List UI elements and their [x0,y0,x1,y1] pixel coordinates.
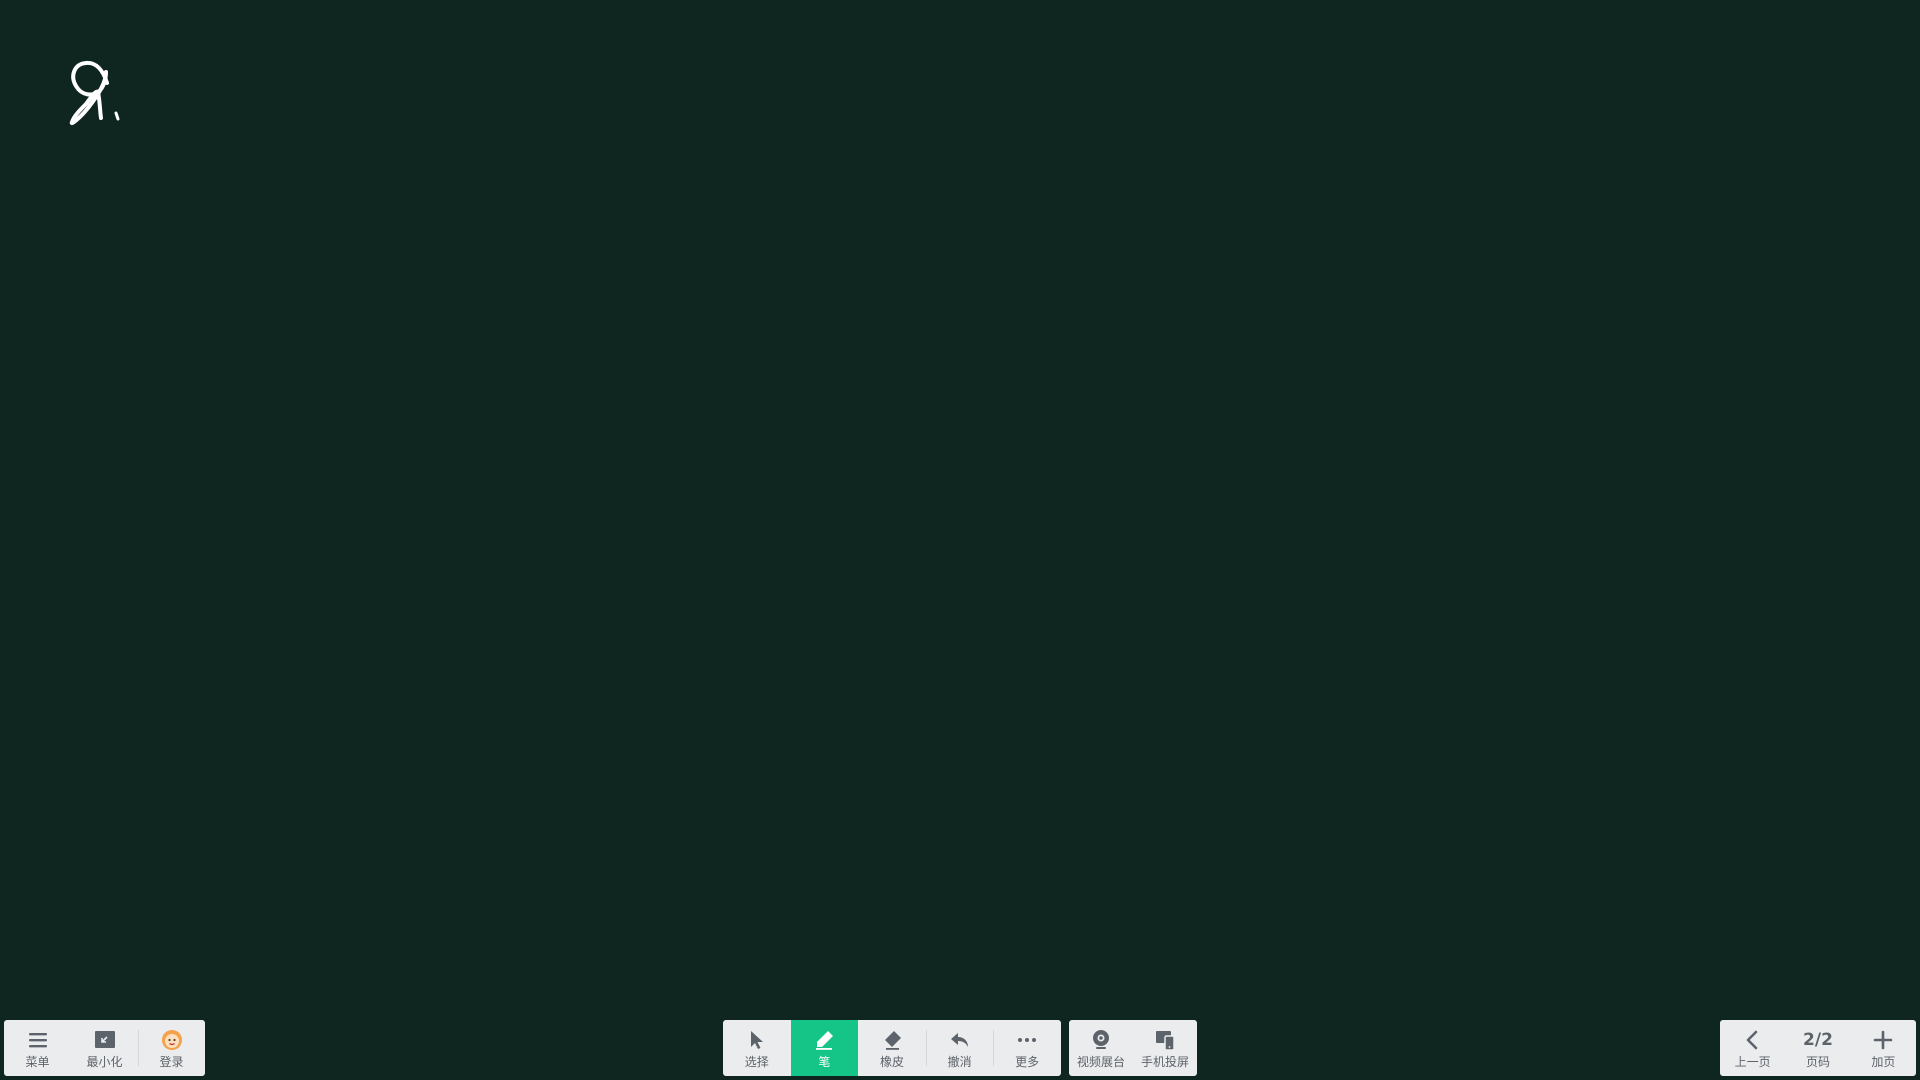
undo-icon [948,1028,972,1052]
more-label: 更多 [1015,1054,1040,1069]
select-tool-button[interactable]: 选择 [723,1020,791,1076]
eraser-tool-button[interactable]: 橡皮 [858,1020,926,1076]
minimize-button[interactable]: 最小化 [71,1020,138,1076]
video-booth-label: 视频展台 [1076,1054,1125,1069]
pen-icon [812,1028,836,1052]
phone-cast-label: 手机投屏 [1140,1054,1189,1069]
plus-icon [1871,1028,1895,1052]
phone-cast-icon [1153,1028,1177,1052]
eraser-label: 橡皮 [879,1054,904,1069]
login-label: 登录 [159,1054,184,1069]
left-toolbar: 菜单 最小化 登录 [4,1020,205,1076]
more-button[interactable]: 更多 [993,1020,1061,1076]
select-label: 选择 [744,1054,769,1069]
page-number-button[interactable]: 2/2 页码 [1785,1020,1850,1076]
undo-button[interactable]: 撤消 [925,1020,994,1076]
menu-label: 菜单 [25,1054,50,1069]
cursor-icon [745,1028,769,1052]
prev-page-label: 上一页 [1734,1054,1771,1069]
phone-cast-button[interactable]: 手机投屏 [1133,1020,1197,1076]
share-toolbar: 视频展台 手机投屏 [1069,1020,1197,1076]
camera-icon [1089,1028,1113,1052]
chevron-left-icon [1741,1028,1765,1052]
menu-button[interactable]: 菜单 [4,1020,71,1076]
video-booth-button[interactable]: 视频展台 [1069,1020,1133,1076]
hamburger-icon [26,1028,50,1052]
add-page-button[interactable]: 加页 [1851,1020,1916,1076]
page-toolbar: 上一页 2/2 页码 加页 [1720,1020,1916,1076]
login-button[interactable]: 登录 [138,1020,205,1076]
eraser-icon [880,1028,904,1052]
page-indicator: 2/2 [1803,1029,1833,1050]
pen-label: 笔 [818,1054,831,1069]
pen-tool-button[interactable]: 笔 [790,1020,859,1076]
handwritten-stroke [69,60,120,125]
prev-page-button[interactable]: 上一页 [1720,1020,1785,1076]
page-number-label: 页码 [1805,1054,1830,1069]
undo-label: 撤消 [947,1054,972,1069]
whiteboard-canvas[interactable] [0,0,1920,1080]
minimize-label: 最小化 [86,1054,123,1069]
minimize-icon [93,1028,117,1052]
avatar-icon [160,1028,184,1052]
tool-toolbar: 选择 笔 橡皮 撤消 更多 [723,1020,1061,1076]
add-page-label: 加页 [1871,1054,1896,1069]
more-dots-icon [1015,1028,1039,1052]
